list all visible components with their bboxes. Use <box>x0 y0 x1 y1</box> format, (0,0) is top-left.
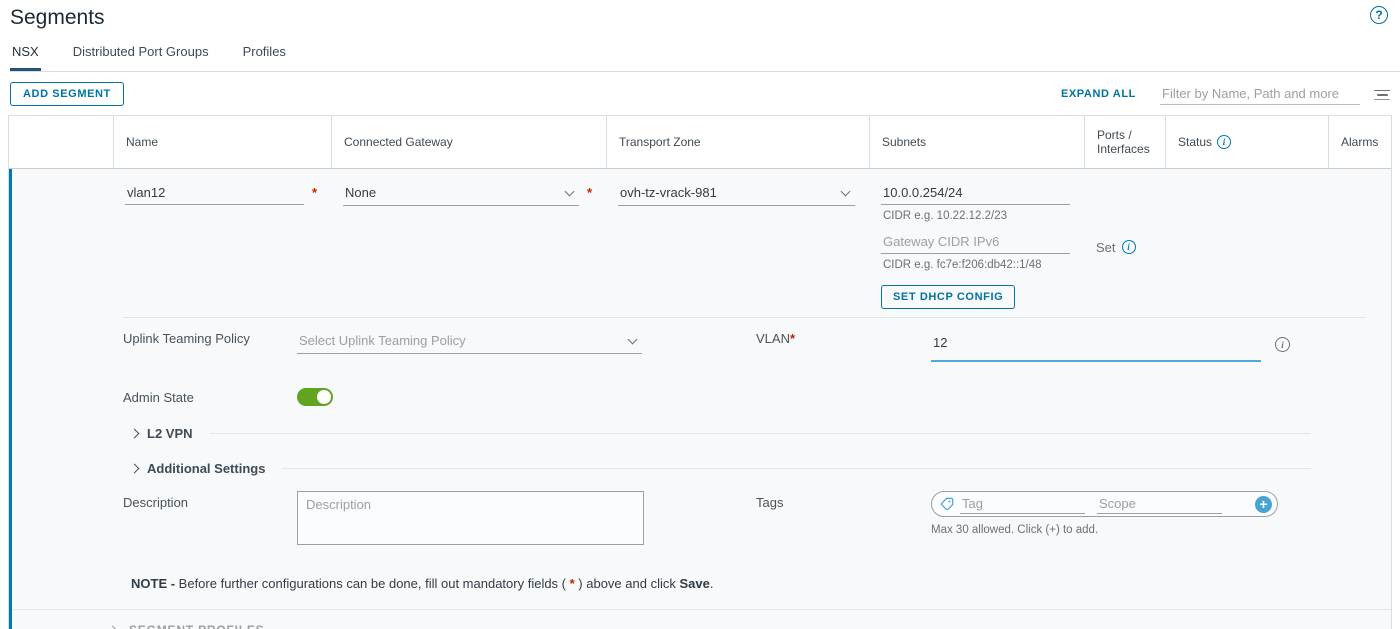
note-prefix: NOTE - <box>131 576 179 591</box>
vlan-label: VLAN* <box>756 331 931 346</box>
transport-zone-select[interactable]: ovh-tz-vrack-981 <box>618 183 855 206</box>
tag-icon <box>940 497 954 511</box>
gateway-cidr-input[interactable] <box>881 183 1070 205</box>
gateway-cidr-hint: CIDR e.g. 10.22.12.2/23 <box>883 210 1070 222</box>
mandatory-fields-note: NOTE - Before further configurations can… <box>131 576 1391 591</box>
segment-profiles-expander[interactable]: SEGMENT PROFILES <box>109 623 1391 629</box>
tab-nsx[interactable]: NSX <box>10 44 41 71</box>
uplink-vlan-row: Uplink Teaming Policy Select Uplink Team… <box>123 331 1391 362</box>
column-header-connected-gateway[interactable]: Connected Gateway <box>331 116 606 168</box>
filter-icon[interactable] <box>1374 88 1390 100</box>
add-segment-button[interactable]: ADD SEGMENT <box>10 82 124 106</box>
note-body-before: Before further configurations can be don… <box>179 576 570 591</box>
toolbar: ADD SEGMENT EXPAND ALL <box>10 82 1390 106</box>
new-segment-form-row: * None * ovh-tz-vrack-981 <box>9 169 1391 629</box>
toggle-knob <box>317 390 331 404</box>
uplink-teaming-policy-select[interactable]: Select Uplink Teaming Policy <box>297 331 642 354</box>
description-tags-row: Description Tags + Max 30 allowed. Click… <box>123 491 1391 550</box>
vlan-label-text: VLAN <box>756 331 790 346</box>
column-header-status-label: Status <box>1178 135 1212 149</box>
name-cell: * <box>113 169 331 309</box>
segment-name-input[interactable] <box>125 183 304 205</box>
column-header-subnets[interactable]: Subnets <box>869 116 1084 168</box>
chevron-down-icon <box>564 186 574 196</box>
tags-label: Tags <box>756 491 931 510</box>
status-cell <box>1165 169 1328 309</box>
l2-vpn-expander[interactable]: L2 VPN <box>131 426 1311 441</box>
description-label: Description <box>123 491 297 510</box>
column-header-transport-zone[interactable]: Transport Zone <box>606 116 869 168</box>
admin-state-row: Admin State <box>123 388 1391 406</box>
admin-state-label: Admin State <box>123 390 297 405</box>
help-icon[interactable]: ? <box>1370 6 1388 24</box>
additional-settings-label: Additional Settings <box>147 461 265 476</box>
column-header-name[interactable]: Name <box>113 116 331 168</box>
set-dhcp-config-button[interactable]: SET DHCP CONFIG <box>881 285 1015 309</box>
status-info-icon[interactable]: i <box>1217 135 1231 149</box>
table-header-row: Name Connected Gateway Transport Zone Su… <box>9 116 1391 169</box>
uplink-teaming-policy-placeholder: Select Uplink Teaming Policy <box>299 333 466 348</box>
note-period: . <box>710 576 714 591</box>
ports-interfaces-cell: Set i <box>1084 169 1165 309</box>
column-header-alarms[interactable]: Alarms <box>1328 116 1391 168</box>
chevron-right-icon <box>130 464 140 474</box>
description-textarea[interactable] <box>297 491 644 545</box>
vlan-input[interactable] <box>931 331 1261 362</box>
chevron-down-icon <box>841 186 851 196</box>
tab-distributed-port-groups[interactable]: Distributed Port Groups <box>71 44 211 71</box>
select-cell <box>9 169 113 309</box>
column-header-select <box>9 116 113 168</box>
tab-profiles[interactable]: Profiles <box>241 44 288 71</box>
l2-vpn-label: L2 VPN <box>147 426 193 441</box>
connected-gateway-value: None <box>345 185 376 200</box>
page-title: Segments <box>10 6 1400 30</box>
add-tag-icon[interactable]: + <box>1255 496 1272 513</box>
form-top-fields: * None * ovh-tz-vrack-981 <box>9 169 1391 309</box>
scope-input[interactable] <box>1097 495 1222 514</box>
ports-set-label[interactable]: Set <box>1096 240 1116 255</box>
column-header-ports-interfaces[interactable]: Ports / Interfaces <box>1084 116 1165 168</box>
chevron-down-icon <box>628 334 638 344</box>
expander-rule <box>282 468 1311 469</box>
ports-set-info-icon[interactable]: i <box>1122 240 1136 254</box>
expander-rule <box>210 433 1311 434</box>
uplink-teaming-policy-label: Uplink Teaming Policy <box>123 331 297 346</box>
section-divider <box>123 317 1366 318</box>
page-header: Segments ? <box>0 0 1400 30</box>
additional-settings-expander[interactable]: Additional Settings <box>131 461 1311 476</box>
selected-row-indicator <box>9 169 12 629</box>
name-required-star: * <box>312 183 317 200</box>
chevron-right-icon <box>130 429 140 439</box>
tags-input-group: + <box>931 491 1278 517</box>
vlan-required-star: * <box>790 331 795 346</box>
gateway-cidr-ipv6-input[interactable] <box>881 232 1070 254</box>
gateway-required-star: * <box>587 183 592 200</box>
column-header-status[interactable]: Status i <box>1165 116 1328 168</box>
note-body-after: ) above and click <box>575 576 680 591</box>
expand-all-button[interactable]: EXPAND ALL <box>1061 88 1136 100</box>
tags-hint: Max 30 allowed. Click (+) to add. <box>931 524 1278 536</box>
tab-bar: NSX Distributed Port Groups Profiles <box>10 44 1400 72</box>
vlan-info-icon[interactable]: i <box>1275 337 1290 352</box>
filter-input[interactable] <box>1160 83 1360 105</box>
segment-profiles-label: SEGMENT PROFILES <box>129 623 264 629</box>
transport-zone-value: ovh-tz-vrack-981 <box>620 185 717 200</box>
gateway-cidr-ipv6-hint: CIDR e.g. fc7e:f206:db42::1/48 <box>883 259 1070 271</box>
section-divider <box>9 609 1391 610</box>
connected-gateway-cell: None * <box>331 169 606 309</box>
note-save-word: Save <box>679 576 709 591</box>
alarms-cell <box>1328 169 1391 309</box>
connected-gateway-select[interactable]: None <box>343 183 579 206</box>
admin-state-toggle[interactable] <box>297 388 333 406</box>
subnets-cell: CIDR e.g. 10.22.12.2/23 CIDR e.g. fc7e:f… <box>869 169 1084 309</box>
transport-zone-cell: ovh-tz-vrack-981 <box>606 169 869 309</box>
chevron-right-icon <box>108 625 118 629</box>
segments-table: Name Connected Gateway Transport Zone Su… <box>8 115 1392 629</box>
tag-input[interactable] <box>960 495 1085 514</box>
